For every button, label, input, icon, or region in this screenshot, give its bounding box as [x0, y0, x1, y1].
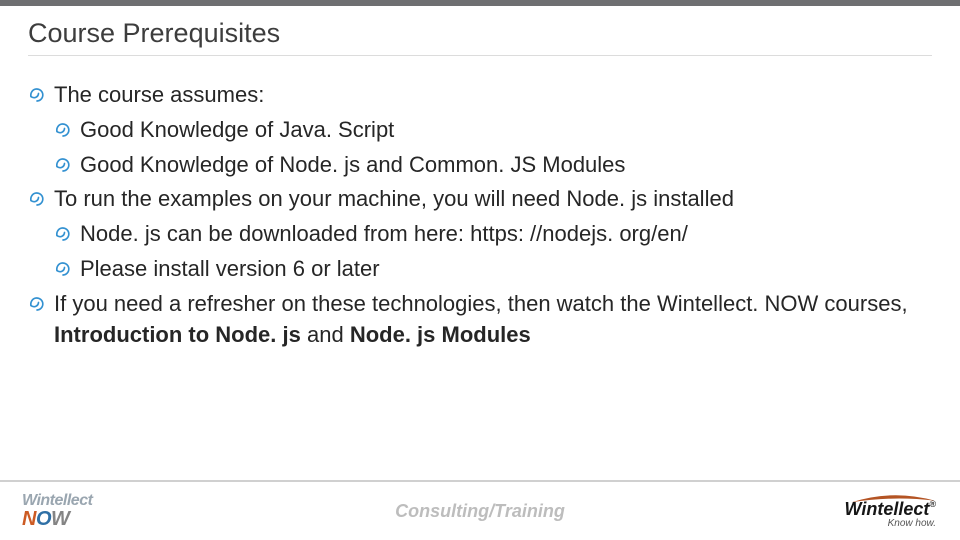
- header-rule: [28, 55, 932, 56]
- bullet-item: The course assumes:: [28, 80, 932, 111]
- bullet-text: Please install version 6 or later: [80, 256, 380, 281]
- slide-body: The course assumes: Good Knowledge of Ja…: [0, 62, 960, 350]
- swirl-bullet-icon: [28, 190, 46, 208]
- swirl-bullet-icon: [54, 121, 72, 139]
- bullet-item: If you need a refresher on these technol…: [28, 289, 932, 351]
- logo-w: W: [51, 508, 69, 530]
- slide-header: Course Prerequisites: [0, 6, 960, 62]
- registered-icon: ®: [929, 499, 936, 509]
- bullet-sub-item: Node. js can be downloaded from here: ht…: [28, 219, 932, 250]
- swirl-bullet-icon: [54, 260, 72, 278]
- slide-footer: Wintellect NOW Consulting/Training Winte…: [0, 480, 960, 540]
- bullet-text: Node. js can be downloaded from here: ht…: [80, 221, 688, 246]
- slide-title: Course Prerequisites: [28, 18, 932, 49]
- swirl-bullet-icon: [28, 295, 46, 313]
- logo-n: N: [22, 508, 36, 530]
- bullet-text-part: and: [301, 322, 350, 347]
- footer-tagline: Consulting/Training: [0, 501, 960, 522]
- bullet-sub-item: Good Knowledge of Node. js and Common. J…: [28, 150, 932, 181]
- logo-right-name: Wintellect: [845, 499, 930, 519]
- bullet-text: If you need a refresher on these technol…: [54, 291, 908, 347]
- wintellect-now-logo: Wintellect NOW: [22, 493, 92, 529]
- bullet-text: Good Knowledge of Java. Script: [80, 117, 394, 142]
- logo-left-top: Wintellect: [22, 493, 92, 509]
- bullet-sub-item: Please install version 6 or later: [28, 254, 932, 285]
- bullet-text: The course assumes:: [54, 82, 264, 107]
- bold-course-2: Node. js Modules: [350, 322, 531, 347]
- logo-o: O: [36, 508, 51, 530]
- swirl-bullet-icon: [54, 156, 72, 174]
- bullet-item: To run the examples on your machine, you…: [28, 184, 932, 215]
- bullet-text: To run the examples on your machine, you…: [54, 186, 734, 211]
- bullet-sub-item: Good Knowledge of Java. Script: [28, 115, 932, 146]
- swirl-bullet-icon: [28, 86, 46, 104]
- logo-right-name-row: Wintellect®: [845, 500, 937, 519]
- bullet-text-part: If you need a refresher on these technol…: [54, 291, 908, 316]
- bullet-text: Good Knowledge of Node. js and Common. J…: [80, 152, 625, 177]
- wintellect-logo: Wintellect® Know how.: [845, 494, 939, 529]
- logo-left-bottom: NOW: [22, 509, 92, 529]
- bold-course-1: Introduction to Node. js: [54, 322, 301, 347]
- logo-right-tag: Know how.: [888, 519, 936, 529]
- swirl-bullet-icon: [54, 225, 72, 243]
